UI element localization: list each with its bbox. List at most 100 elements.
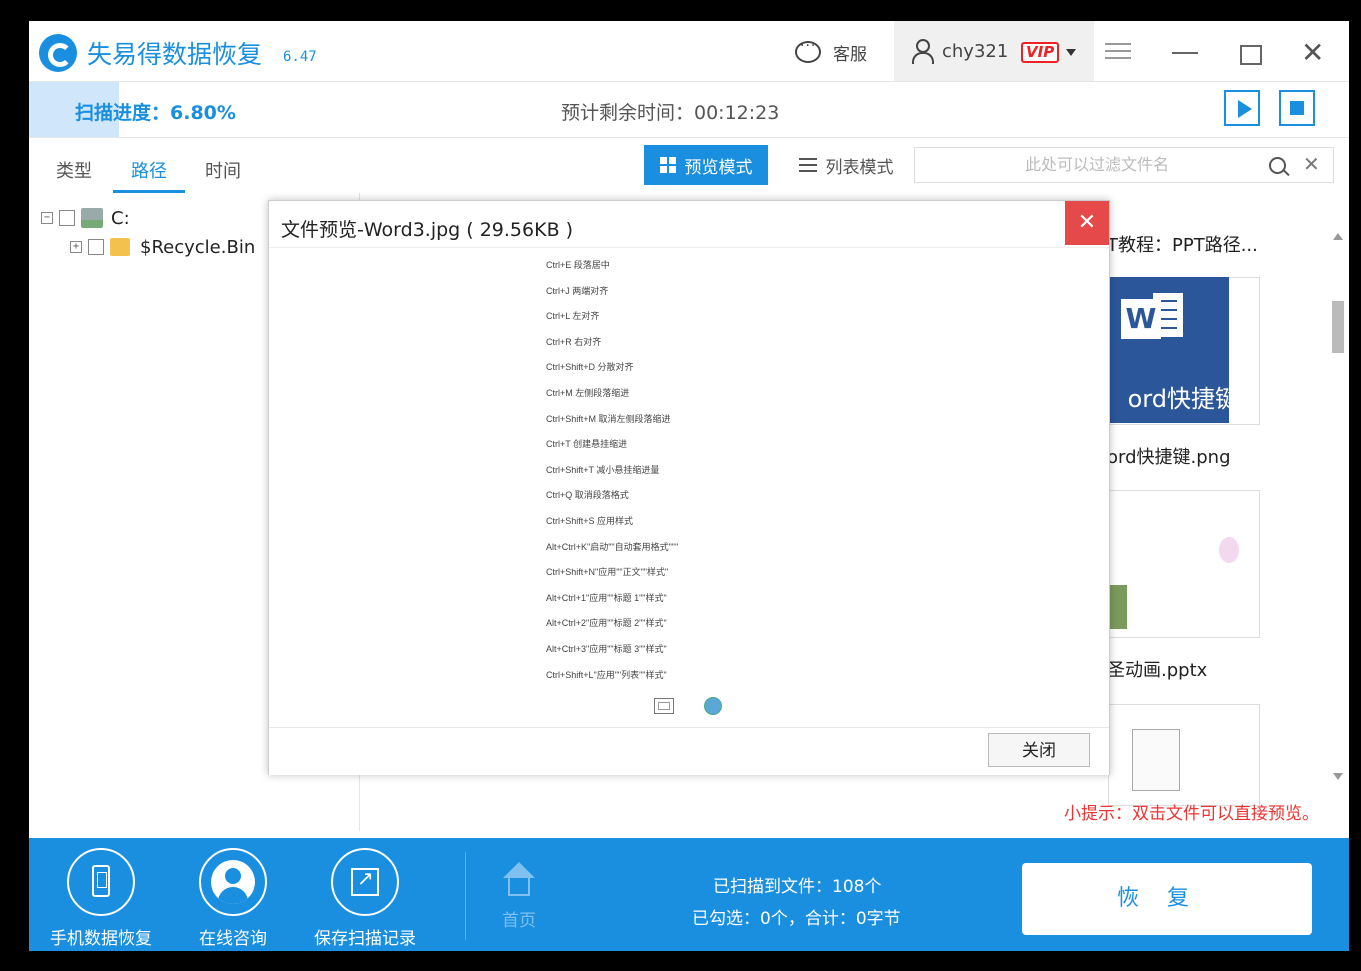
image-fragment xyxy=(1109,585,1127,629)
file-item-label[interactable]: 圣动画.pptx xyxy=(1107,656,1207,682)
expand-icon[interactable]: + xyxy=(70,241,82,253)
user-account[interactable]: chy321 VIP xyxy=(894,21,1094,81)
tree-node-drive[interactable]: − C: xyxy=(41,205,130,231)
folder-checkbox[interactable] xyxy=(88,239,104,255)
scroll-down-icon[interactable] xyxy=(1333,773,1343,780)
preview-mode-button[interactable]: 预览模式 xyxy=(644,145,768,185)
save-scan-button[interactable]: 保存扫描记录 xyxy=(310,848,420,949)
tab-path[interactable]: 路径 xyxy=(113,157,185,193)
app-title: 失易得数据恢复 xyxy=(87,40,263,69)
dialog-footer: 关闭 xyxy=(269,727,1109,775)
drive-icon xyxy=(81,208,103,228)
dialog-close-icon[interactable]: ✕ xyxy=(1065,201,1109,245)
tip-text: 小提示：双击文件可以直接预览。 xyxy=(1064,804,1319,824)
scroll-up-icon[interactable] xyxy=(1333,233,1343,240)
bottom-bar: 手机数据恢复 在线咨询 保存扫描记录 首页 已扫描到文件：108个 已勾选：0个… xyxy=(29,838,1349,951)
phone-recovery-button[interactable]: 手机数据恢复 xyxy=(46,848,156,949)
file-thumbnail[interactable] xyxy=(1108,704,1260,806)
collapse-icon[interactable]: − xyxy=(41,212,53,224)
file-thumbnail[interactable] xyxy=(1108,490,1260,638)
shortcut-line: Ctrl+T 创建悬挂缩进 xyxy=(546,439,628,450)
shortcut-line: Alt+Ctrl+3"应用""标题 3""样式" xyxy=(546,643,667,654)
category-tabs: 类型 路径 时间 xyxy=(29,138,359,193)
preview-image: Ctrl+E 段落居中 Ctrl+J 两端对齐 Ctrl+L 左对齐 Ctrl+R 右… xyxy=(269,247,1109,728)
shortcut-line: Ctrl+L 左对齐 xyxy=(546,311,600,322)
scan-remaining-time: 预计剩余时间：00:12:23 xyxy=(561,102,780,124)
shortcut-line: Ctrl+Shift+T 减小悬挂缩进量 xyxy=(546,464,660,475)
vip-badge: VIP xyxy=(1021,42,1060,63)
phone-icon xyxy=(92,865,110,897)
close-window-icon[interactable]: ✕ xyxy=(1301,39,1324,67)
fit-image-icon[interactable] xyxy=(654,698,674,714)
folder-icon xyxy=(110,238,130,256)
file-preview-dialog: 文件预览-Word3.jpg ( 29.56KB ) ✕ Ctrl+E 段落居中… xyxy=(268,200,1110,775)
shortcut-line: Ctrl+Q 取消段落格式 xyxy=(546,490,629,501)
play-button[interactable] xyxy=(1224,90,1260,126)
drive-checkbox[interactable] xyxy=(59,210,75,226)
shortcut-line: Ctrl+E 段落居中 xyxy=(546,260,610,270)
scrollbar[interactable] xyxy=(1331,233,1345,783)
tree-node-recycle-bin[interactable]: + $Recycle.Bin xyxy=(70,234,255,260)
export-circle xyxy=(331,848,399,916)
title-bar: 失易得数据恢复 6.47 客服 chy321 VIP ✕ xyxy=(29,21,1349,82)
tab-time[interactable]: 时间 xyxy=(205,157,241,190)
minimize-icon[interactable] xyxy=(1172,52,1198,54)
shortcut-line: Ctrl+Shift+M 取消左侧段落缩进 xyxy=(546,413,671,424)
customer-service-button[interactable]: 客服 xyxy=(795,37,867,67)
list-icon xyxy=(798,158,817,172)
online-consult-label: 在线咨询 xyxy=(199,929,267,949)
online-consult-button[interactable]: 在线咨询 xyxy=(178,848,288,949)
filename-filter: ✕ xyxy=(914,147,1334,183)
home-button[interactable]: 首页 xyxy=(489,862,549,931)
app-window: 失易得数据恢复 6.47 客服 chy321 VIP ✕ 扫描进度：6.80% … xyxy=(29,21,1349,951)
blank-file-icon xyxy=(1132,729,1180,791)
word-icon: W xyxy=(1121,299,1161,339)
shortcut-line: Alt+Ctrl+K"启动""自动套用格式""" xyxy=(546,541,679,552)
save-scan-label: 保存扫描记录 xyxy=(314,929,416,949)
stop-button[interactable] xyxy=(1279,90,1315,126)
cartoon-icon xyxy=(1219,537,1239,563)
filename-filter-input[interactable] xyxy=(925,152,1269,180)
menu-icon[interactable] xyxy=(1105,43,1131,59)
file-item-label[interactable]: ord快捷键.png xyxy=(1107,443,1231,469)
grid-icon xyxy=(659,157,676,173)
chat-icon xyxy=(795,38,821,63)
shortcut-list: Ctrl+E 段落居中 Ctrl+J 两端对齐 Ctrl+L 左对齐 Ctrl+R 右… xyxy=(546,258,678,693)
username: chy321 xyxy=(942,41,1009,62)
person-circle xyxy=(199,848,267,916)
rotate-icon[interactable] xyxy=(704,697,722,715)
shortcut-line: Ctrl+M 左侧段落缩进 xyxy=(546,387,630,398)
search-icon[interactable] xyxy=(1269,157,1286,174)
export-icon xyxy=(351,866,379,896)
customer-service-label: 客服 xyxy=(833,44,867,65)
file-item-label[interactable]: T教程：PPT路径... xyxy=(1107,231,1258,257)
user-icon xyxy=(910,39,934,64)
scan-status-bar: 扫描进度：6.80% 预计剩余时间：00:12:23 xyxy=(29,82,1349,138)
close-button[interactable]: 关闭 xyxy=(988,733,1090,767)
phone-circle xyxy=(67,848,135,916)
list-mode-button[interactable]: 列表模式 xyxy=(784,145,908,185)
shortcut-line: Ctrl+R 右对齐 xyxy=(546,336,602,347)
scroll-thumb[interactable] xyxy=(1332,301,1344,353)
recover-button[interactable]: 恢复 xyxy=(1022,863,1312,935)
shortcut-line: Ctrl+Shift+S 应用样式 xyxy=(546,515,634,526)
word-thumbnail-text: ord快捷键 xyxy=(1127,385,1239,413)
preview-mode-label: 预览模式 xyxy=(684,157,753,178)
scanned-count: 已扫描到文件：108个 xyxy=(713,877,882,897)
shortcut-line: Ctrl+J 两端对齐 xyxy=(546,285,609,296)
caret-down-icon[interactable] xyxy=(1066,49,1076,56)
word-thumbnail[interactable]: W ord快捷键 xyxy=(1109,277,1239,423)
maximize-icon[interactable] xyxy=(1240,45,1262,65)
clear-icon[interactable]: ✕ xyxy=(1303,152,1320,176)
app-version: 6.47 xyxy=(283,49,317,65)
shortcut-line: Ctrl+Shift+D 分散对齐 xyxy=(546,362,634,373)
shortcut-line: Alt+Ctrl+2"应用""标题 2""样式" xyxy=(546,618,667,629)
list-mode-label: 列表模式 xyxy=(825,157,894,178)
folder-label: $Recycle.Bin xyxy=(140,236,256,258)
home-label: 首页 xyxy=(502,911,536,931)
dialog-title: 文件预览-Word3.jpg ( 29.56KB ) xyxy=(281,219,574,241)
tab-type[interactable]: 类型 xyxy=(56,157,92,190)
shortcut-line: Ctrl+Shift+L"应用""列表""样式" xyxy=(546,669,667,680)
divider xyxy=(465,852,466,940)
person-icon xyxy=(211,860,255,904)
